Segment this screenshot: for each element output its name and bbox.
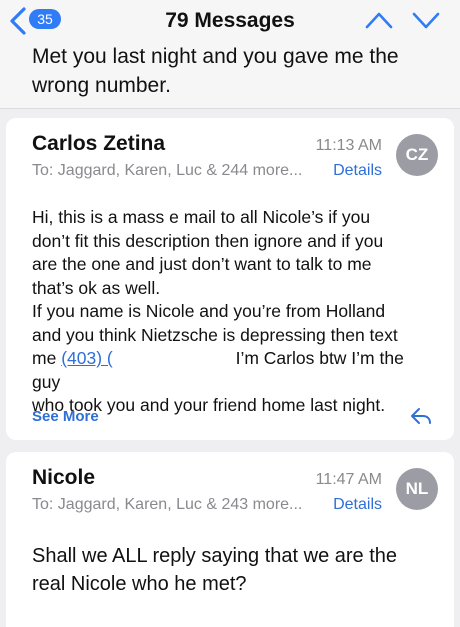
message-body: Hi, this is a mass e mail to all Nicole’…	[32, 206, 432, 418]
message-time: 11:13 AM	[315, 137, 382, 154]
message-time: 11:47 AM	[315, 471, 382, 488]
redacted-area	[112, 351, 231, 368]
message-card[interactable]: Nicole 11:47 AM NL To: Jaggard, Karen, L…	[6, 452, 454, 627]
chevron-up-icon[interactable]	[364, 9, 394, 31]
details-link[interactable]: Details	[333, 162, 382, 180]
body-line: are the one and just don’t want to talk …	[32, 254, 372, 274]
avatar[interactable]: NL	[396, 468, 438, 510]
message-card[interactable]: Carlos Zetina 11:13 AM CZ To: Jaggard, K…	[6, 118, 454, 440]
recipients-line: To: Jaggard, Karen, Luc & 243 more...	[32, 496, 303, 513]
subject-line: wrong number.	[32, 74, 171, 97]
body-line: Hi, this is a mass e mail to all Nicole’…	[32, 207, 371, 227]
body-line: and you think Nietzsche is depressing th…	[32, 324, 398, 345]
navigation-bar: 35 79 Messages	[0, 0, 460, 42]
details-link[interactable]: Details	[333, 496, 382, 514]
body-line: real Nicole who he met?	[32, 573, 247, 595]
chevron-left-icon[interactable]	[6, 6, 30, 36]
message-body: Shall we ALL reply saying that we are th…	[32, 542, 432, 598]
body-line: don’t fit this description then ignore a…	[32, 230, 384, 251]
divider	[0, 108, 460, 109]
phone-number-link[interactable]: (403) (	[61, 348, 113, 368]
reply-icon[interactable]	[410, 406, 432, 428]
body-line: me (403) ( I’m Carlos btw I’m the guy	[32, 347, 432, 394]
body-line: Shall we ALL reply saying that we are th…	[32, 545, 398, 567]
body-line: If you name is Nicole and you’re from Ho…	[32, 301, 386, 321]
sender-name: Carlos Zetina	[32, 132, 166, 155]
thread-subject: Met you last night and you gave me the w…	[32, 42, 432, 100]
body-line: that’s ok as well.	[32, 277, 161, 298]
sender-name: Nicole	[32, 466, 96, 489]
recipients-line: To: Jaggard, Karen, Luc & 244 more...	[32, 162, 303, 179]
unread-count-badge[interactable]: 35	[29, 9, 61, 29]
avatar[interactable]: CZ	[396, 134, 438, 176]
subject-line: Met you last night and you gave me the	[32, 45, 399, 68]
body-text: me	[32, 348, 62, 368]
chevron-down-icon[interactable]	[411, 9, 441, 31]
see-more-button[interactable]: See More	[32, 408, 99, 425]
